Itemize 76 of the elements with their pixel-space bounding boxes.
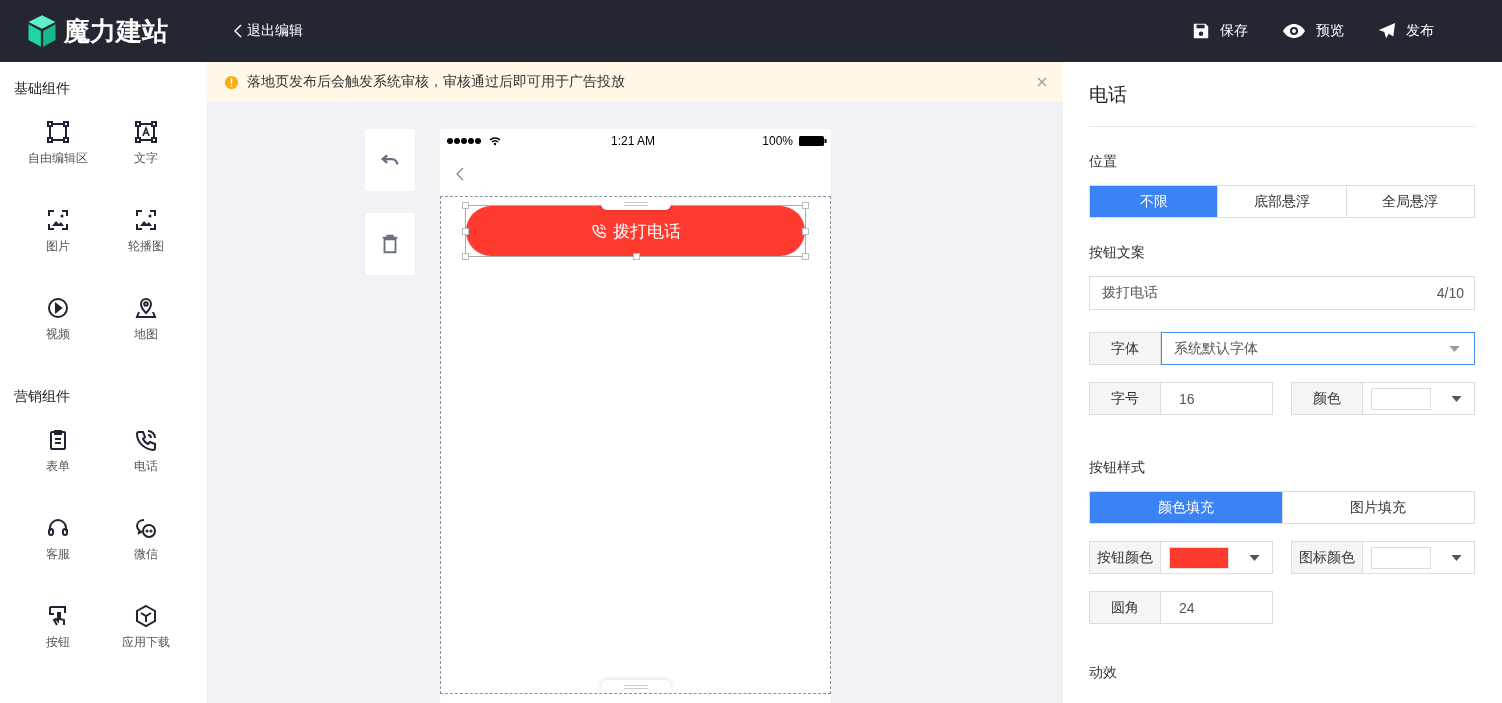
field-label: 字体 [1089,332,1161,365]
back-chevron-icon[interactable] [456,167,464,181]
exit-edit-link[interactable]: 退出编辑 [234,22,303,40]
component-item[interactable]: 客服 [14,516,102,588]
play-icon [46,296,70,320]
segment-tab[interactable]: 颜色填充 [1090,492,1282,523]
component-item[interactable]: 地图 [102,296,190,368]
map-pin-icon [134,296,158,320]
component-item[interactable]: 轮播图 [102,208,190,280]
caret-icon [1451,554,1462,561]
resize-handle[interactable] [462,253,469,260]
number-input[interactable]: 16 [1161,382,1273,415]
resize-handle[interactable] [462,228,469,235]
frame-icon [46,120,70,144]
chevron-left-icon [234,24,242,38]
battery-icon [799,134,827,147]
save-button[interactable]: 保存 [1192,22,1248,40]
section-label: 动效 [1089,664,1118,682]
eye-icon [1282,23,1306,39]
section-label: 按钮文案 [1089,244,1146,262]
resize-handle[interactable] [802,253,809,260]
component-item[interactable]: 自由编辑区 [14,120,102,192]
component-item[interactable]: 微信 [102,516,190,588]
call-button[interactable]: 拨打电话 [466,206,805,256]
section-label: 按钮样式 [1089,459,1146,477]
caret-icon [1249,554,1260,561]
drag-handle[interactable] [600,197,671,210]
status-time: 1:21 AM [611,133,656,148]
notice-text: 落地页发布后会触发系统审核，审核通过后即可用于广告投放 [247,73,625,91]
field-label: 按钮颜色 [1089,541,1161,574]
field-label: 颜色 [1291,382,1363,415]
paper-plane-icon [1378,22,1396,40]
field-label: 字号 [1089,382,1161,415]
field-label: 圆角 [1089,591,1161,624]
image-icon [134,208,158,232]
font-select[interactable]: 系统默认字体 [1161,332,1475,365]
cube-icon [134,604,158,628]
logo-text: 魔力建站 [64,14,168,48]
color-picker[interactable] [1363,382,1475,415]
undo-button[interactable] [365,129,415,191]
color-picker[interactable] [1363,541,1475,574]
chat-bubbles-icon [134,516,158,540]
field-label: 图标颜色 [1291,541,1363,574]
component-item[interactable]: 图片 [14,208,102,280]
resize-handle[interactable] [802,202,809,209]
preview-button[interactable]: 预览 [1282,22,1344,40]
phone-icon [134,428,158,452]
battery-percent: 100% [762,133,793,148]
resize-handle[interactable] [632,253,640,260]
warning-icon [224,74,239,90]
group-title: 营销组件 [14,388,71,406]
section-label: 位置 [1089,153,1118,171]
character-counter: 4/10 [1436,285,1464,301]
text-input[interactable]: 拨打电话 4/10 [1089,276,1475,310]
delete-button[interactable] [365,213,415,275]
panel-title: 电话 [1089,62,1475,127]
publish-button[interactable]: 发布 [1378,22,1434,40]
caret-icon [1451,395,1462,402]
group-title: 基础组件 [14,80,71,98]
component-item[interactable]: 应用下载 [102,604,190,676]
number-input[interactable]: 24 [1161,591,1273,624]
color-picker[interactable] [1161,541,1273,574]
close-icon[interactable] [1037,77,1047,87]
component-item[interactable]: 电话 [102,428,190,500]
component-item[interactable]: 按钮 [14,604,102,676]
component-item[interactable]: 表单 [14,428,102,500]
component-item[interactable]: 文字 [102,120,190,192]
drag-handle[interactable] [600,680,671,693]
phone-icon [590,223,607,239]
segment-tab[interactable]: 不限 [1090,186,1218,217]
resize-handle[interactable] [462,202,469,209]
resize-handle[interactable] [802,228,809,235]
image-icon [46,208,70,232]
component-item[interactable]: 视频 [14,296,102,368]
caret-icon [1449,345,1460,352]
text-box-icon [134,120,158,144]
